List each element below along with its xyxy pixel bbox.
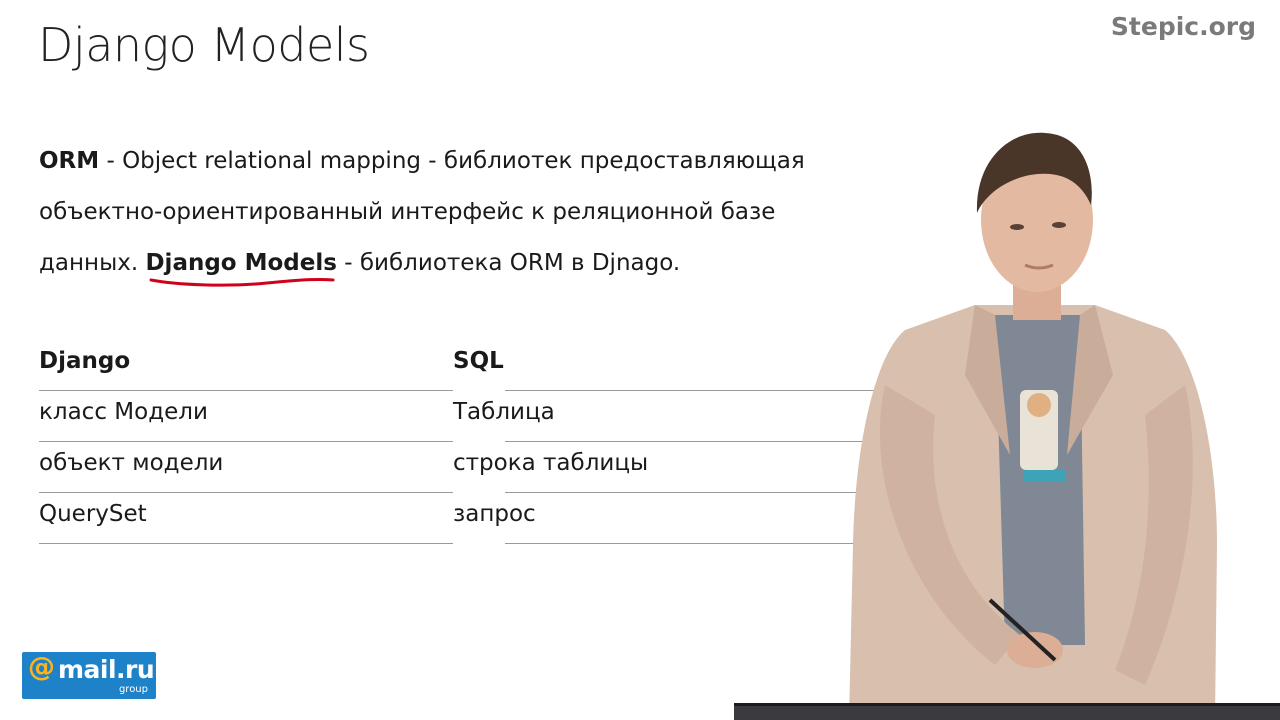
table-row: объект модели строка таблицы: [39, 442, 899, 493]
cell-sql: строка таблицы: [453, 450, 649, 476]
term-orm: ORM: [39, 148, 100, 174]
table-row: класс Модели Таблица: [39, 391, 899, 442]
row-divider: [505, 543, 899, 544]
row-divider: [39, 543, 453, 544]
presenter-figure: [849, 132, 1217, 720]
slide-title: Django Models: [38, 18, 370, 72]
comparison-table: Django SQL класс Модели Таблица объект м…: [39, 340, 899, 544]
logo-at: @: [28, 652, 55, 683]
definition-text-end: - библиотека ORM в Djnago.: [336, 250, 681, 276]
logo-sub: group: [118, 684, 148, 695]
slide: Django Models Stepic.org ORM - Object re…: [0, 0, 1280, 720]
definition-paragraph: ORM - Object relational mapping - библио…: [39, 136, 839, 289]
cell-sql: Таблица: [453, 399, 555, 425]
header-django: Django: [39, 348, 131, 374]
header-sql: SQL: [453, 348, 504, 374]
cell-django: объект модели: [39, 450, 224, 476]
table-header-row: Django SQL: [39, 340, 899, 391]
table-row: QuerySet запрос: [39, 493, 899, 544]
cell-django: QuerySet: [39, 501, 147, 527]
keyboard: [734, 703, 1280, 720]
cell-sql: запрос: [453, 501, 536, 527]
cell-django: класс Модели: [39, 399, 208, 425]
highlight-django-models: Django Models: [145, 238, 337, 289]
red-underline-annotation: [149, 277, 335, 287]
brand-label: Stepic.org: [1110, 12, 1256, 41]
mailru-group-logo: @ mail.ru group: [22, 652, 156, 699]
logo-name: mail.ru: [58, 655, 155, 684]
